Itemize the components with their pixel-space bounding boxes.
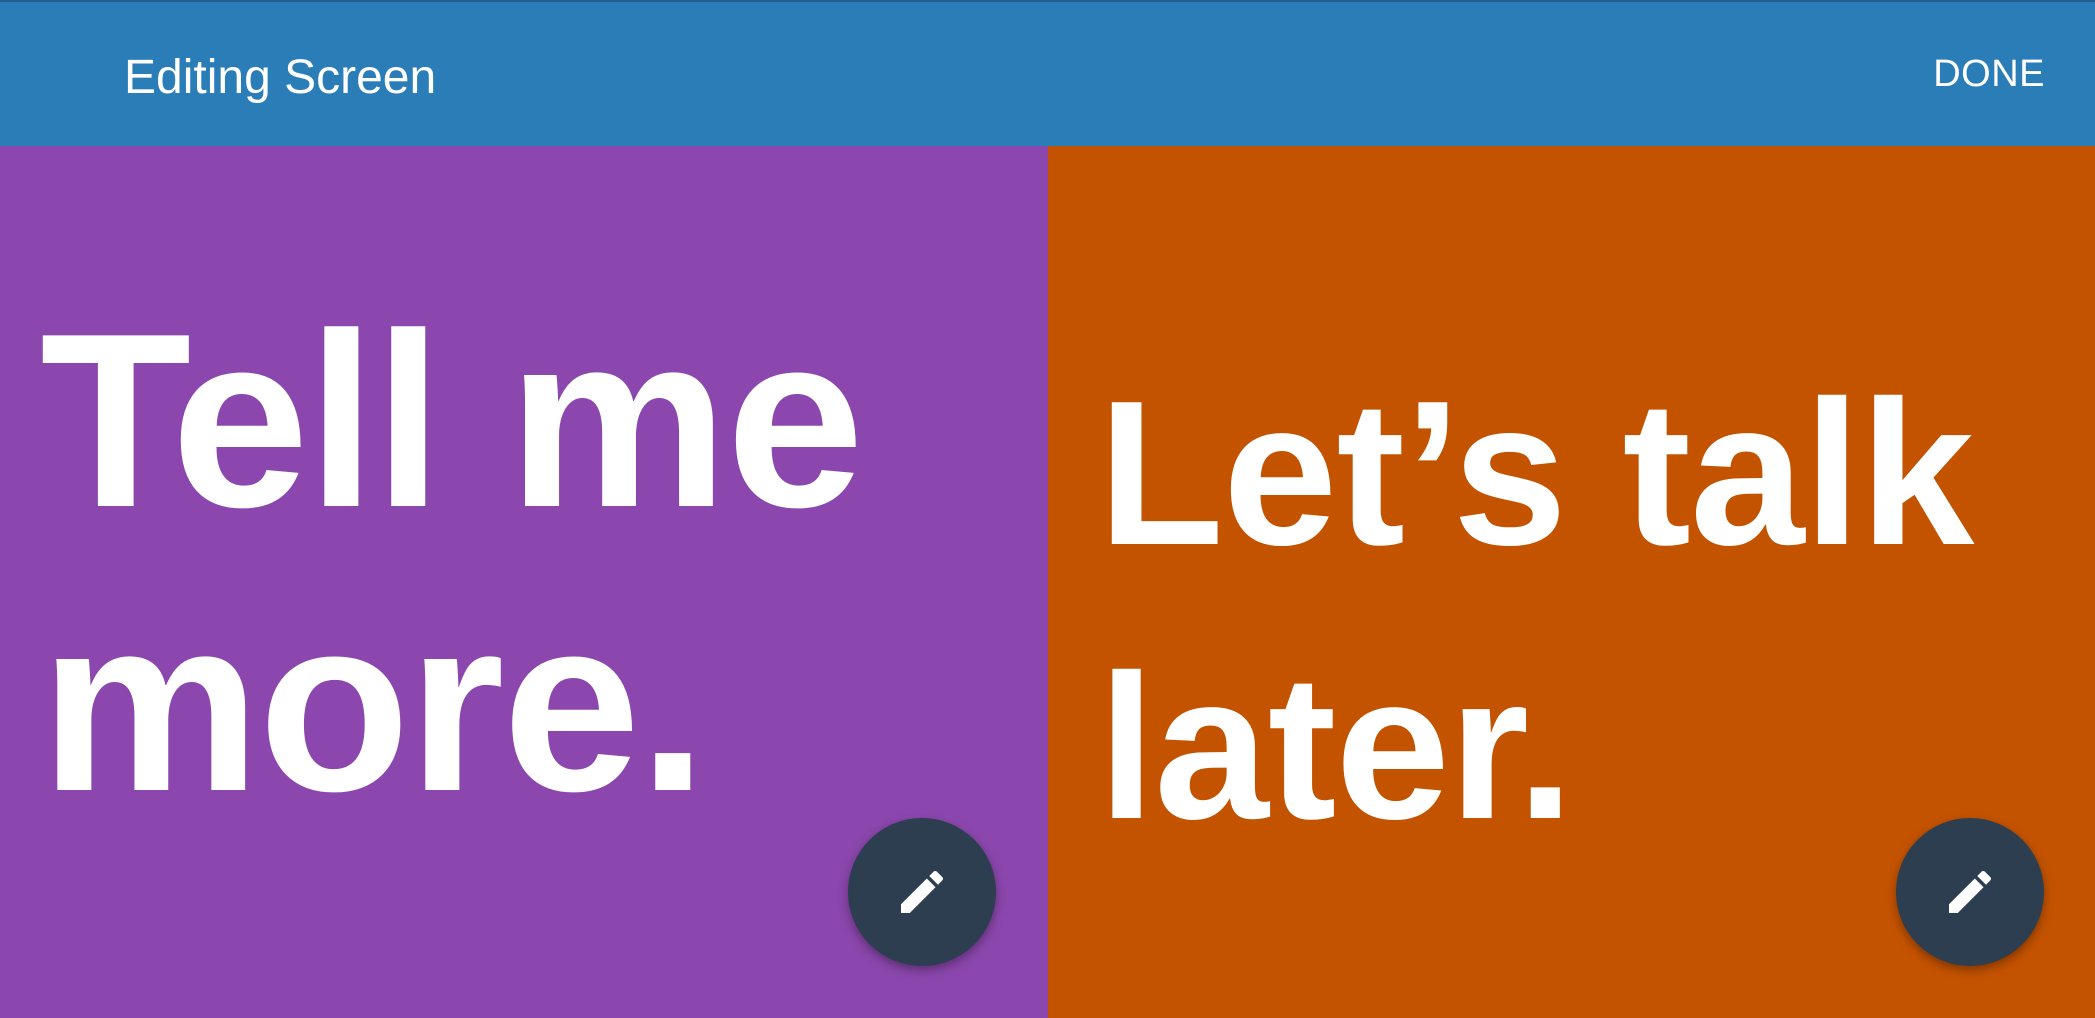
app-bar: Editing Screen DONE <box>0 0 2095 146</box>
phrase-panels: Tell me more. Let’s talk later. <box>0 146 2095 1018</box>
page-title: Editing Screen <box>124 51 437 104</box>
edit-button[interactable] <box>848 818 996 966</box>
edit-button[interactable] <box>1896 818 2044 966</box>
phrase-panel-right[interactable]: Let’s talk later. <box>1048 146 2095 1018</box>
done-button[interactable]: DONE <box>1933 50 2045 98</box>
editing-screen: Editing Screen DONE Tell me more. Let’s … <box>0 0 2095 1018</box>
pencil-icon <box>1949 870 1992 913</box>
phrase-text: Let’s talk later. <box>1098 358 1974 862</box>
pencil-icon <box>901 870 944 913</box>
phrase-text: Tell me more. <box>40 281 864 843</box>
phrase-panel-left[interactable]: Tell me more. <box>0 146 1048 1018</box>
